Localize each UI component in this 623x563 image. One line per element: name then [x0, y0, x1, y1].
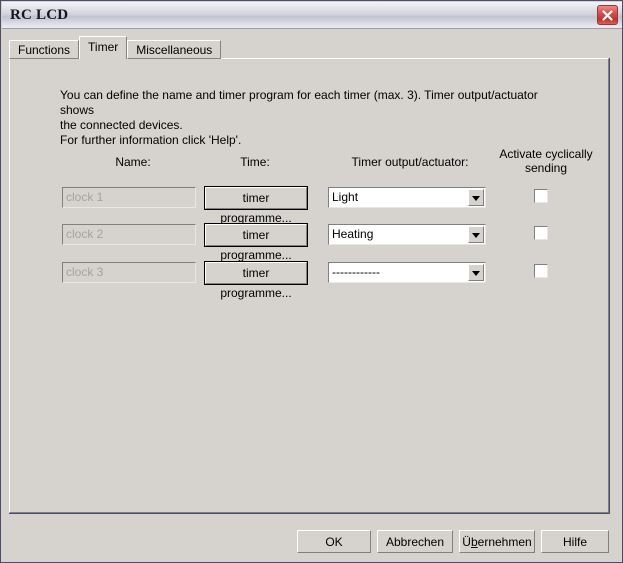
timer-row: clock 3 timer programme... ------------: [10, 261, 610, 300]
name-input-clock-1[interactable]: clock 1: [62, 187, 196, 208]
tab-functions[interactable]: Functions: [9, 40, 80, 59]
name-input-clock-3[interactable]: clock 3: [62, 262, 196, 283]
title-bar: RC LCD: [2, 2, 622, 29]
output-actuator-value-3: ------------: [332, 265, 380, 279]
timer-programme-button-2[interactable]: timer programme...: [204, 223, 308, 262]
timer-programme-button-1[interactable]: timer programme...: [204, 186, 308, 225]
chevron-down-icon[interactable]: [468, 189, 484, 206]
name-input-clock-2[interactable]: clock 2: [62, 224, 196, 245]
apply-suffix: ernehmen: [477, 534, 532, 549]
column-header-time: Time:: [240, 155, 270, 169]
description-line-2: the connected devices.: [60, 118, 183, 132]
activate-cyclically-checkbox-2[interactable]: [534, 226, 548, 240]
help-button[interactable]: Hilfe: [541, 530, 609, 553]
chevron-down-icon[interactable]: [468, 226, 484, 243]
timer-tab-panel: You can define the name and timer progra…: [9, 58, 610, 514]
cyclic-header-line-2: sending: [524, 161, 568, 175]
apply-accelerator: b: [470, 534, 478, 549]
column-header-name: Name:: [115, 155, 151, 169]
close-icon[interactable]: [597, 5, 618, 25]
column-header-output-actuator: Timer output/actuator:: [351, 155, 469, 169]
ok-button[interactable]: OK: [297, 530, 371, 553]
timer-programme-button-3-label: timer programme...: [205, 262, 307, 300]
timer-row: clock 2 timer programme... Heating: [10, 223, 610, 262]
timer-row: clock 1 timer programme... Light: [10, 186, 610, 225]
apply-prefix: Ü: [462, 534, 471, 549]
rc-lcd-dialog-window: RC LCD Functions Timer Miscellaneous You…: [0, 0, 623, 563]
output-actuator-value-2: Heating: [332, 227, 374, 241]
tab-strip: Functions Timer Miscellaneous: [9, 36, 222, 59]
chevron-down-icon[interactable]: [468, 264, 484, 281]
tab-timer[interactable]: Timer: [79, 36, 128, 59]
apply-button[interactable]: Übernehmen: [459, 530, 535, 553]
output-actuator-select-2[interactable]: Heating: [328, 224, 486, 245]
description-line-3: For further information click 'Help'.: [60, 133, 242, 147]
timer-programme-button-2-label: timer programme...: [205, 224, 307, 262]
description-text: You can define the name and timer progra…: [60, 88, 550, 148]
cyclic-header-line-1: Activate cyclically: [499, 147, 593, 161]
output-actuator-select-1[interactable]: Light: [328, 187, 486, 208]
description-line-1: You can define the name and timer progra…: [60, 88, 538, 117]
output-actuator-select-3[interactable]: ------------: [328, 262, 486, 283]
cancel-button[interactable]: Abbrechen: [377, 530, 453, 553]
timer-programme-button-1-label: timer programme...: [205, 187, 307, 225]
activate-cyclically-checkbox-1[interactable]: [534, 189, 548, 203]
output-actuator-value-1: Light: [332, 190, 359, 204]
tab-miscellaneous[interactable]: Miscellaneous: [127, 40, 222, 59]
timer-programme-button-3[interactable]: timer programme...: [204, 261, 308, 300]
window-title: RC LCD: [10, 6, 69, 23]
column-header-activate-cyclically-sending: Activate cyclically sending: [488, 147, 604, 175]
close-x-icon: [602, 10, 613, 21]
activate-cyclically-checkbox-3[interactable]: [534, 264, 548, 278]
